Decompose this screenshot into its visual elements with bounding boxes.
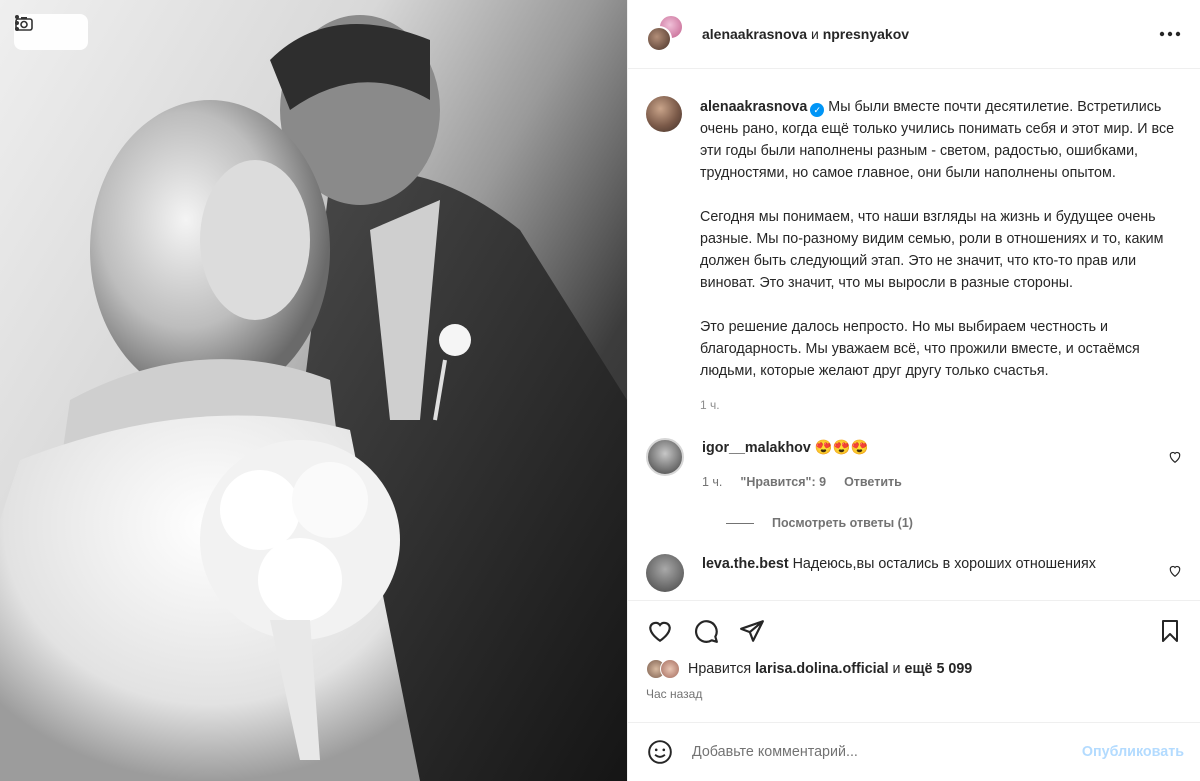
heart-icon[interactable]	[1168, 564, 1184, 580]
photo-toolbar	[14, 14, 88, 50]
caption-time[interactable]: 1 ч.	[700, 394, 1180, 416]
share-paper-plane-icon[interactable]	[738, 617, 766, 645]
avatar[interactable]	[646, 554, 684, 592]
comment-time[interactable]: 1 ч.	[702, 472, 722, 492]
caption-paragraph-3: Это решение далось непросто. Но мы выбир…	[700, 319, 1140, 379]
post-details-panel: alenaakrasnova и npresnyakov alenaakrasn…	[627, 0, 1200, 781]
reply-button[interactable]: Ответить	[844, 472, 902, 492]
comment-body: igor__malakhov 😍😍😍 1 ч. "Нравится": 9 От…	[702, 438, 1142, 492]
emoji-smiley-icon[interactable]	[646, 738, 674, 766]
avatar[interactable]	[646, 438, 684, 476]
comment-likes-count[interactable]: "Нравится": 9	[740, 472, 826, 492]
wedding-photo-illustration	[0, 15, 627, 781]
caption-username[interactable]: alenaakrasnova	[700, 99, 807, 115]
likes-connector: и	[892, 661, 901, 677]
likes-count-link[interactable]: ещё 5 099	[905, 661, 973, 677]
divider	[726, 522, 754, 524]
comment-input[interactable]	[692, 744, 1082, 760]
comments-scroll-area[interactable]: alenaakrasnova ✓ Мы были вместе почти деся…	[628, 70, 1200, 600]
post-authors: alenaakrasnova и npresnyakov	[702, 26, 1156, 42]
avatar	[646, 26, 672, 52]
caption-paragraph-1: alenaakrasnova ✓ Мы были вместе почти деся…	[700, 96, 1180, 184]
vertical-dots-icon[interactable]	[15, 15, 84, 46]
comment-item: igor__malakhov 😍😍😍 1 ч. "Нравится": 9 От…	[646, 438, 1184, 492]
collab-avatars[interactable]	[646, 14, 686, 54]
post-caption: alenaakrasnova ✓ Мы были вместе почти деся…	[646, 96, 1184, 416]
publish-button[interactable]: Опубликовать	[1082, 744, 1184, 760]
comment-meta: 1 ч. "Нравится": 9 Ответить	[702, 472, 1142, 492]
comment-text: Надеюсь,вы остались в хороших отношениях	[792, 556, 1096, 572]
likes-summary: Нравится larisa.dolina.official и ещё 5 …	[646, 659, 1184, 679]
comment-body: leva.the.best Надеюсь,вы остались в хоро…	[702, 554, 1142, 592]
comment-username[interactable]: leva.the.best	[702, 556, 789, 572]
avatar	[660, 659, 680, 679]
liked-by-user-link[interactable]: larisa.dolina.official	[755, 661, 888, 677]
avatar[interactable]	[646, 96, 682, 132]
caption-paragraph-2: Сегодня мы понимаем, что наши взгляды на…	[700, 209, 1164, 291]
author-connector: и	[810, 26, 819, 42]
post-actions: Нравится larisa.dolina.official и ещё 5 …	[628, 600, 1200, 722]
comment-bubble-icon[interactable]	[692, 617, 720, 645]
verified-badge-icon: ✓	[810, 103, 825, 117]
post-timestamp[interactable]: Час назад	[646, 687, 1184, 701]
ellipsis-icon[interactable]	[1156, 20, 1184, 48]
heart-icon[interactable]	[1168, 450, 1184, 466]
author-link-2[interactable]: npresnyakov	[823, 26, 909, 42]
view-replies-label: Посмотреть ответы (1)	[772, 516, 913, 530]
add-comment-bar: Опубликовать	[628, 722, 1200, 781]
likes-prefix: Нравится	[688, 661, 752, 677]
author-link-1[interactable]: alenaakrasnova	[702, 26, 807, 42]
camera-search-icon[interactable]	[15, 17, 47, 46]
post-header: alenaakrasnova и npresnyakov	[628, 0, 1200, 69]
caption-text: alenaakrasnova ✓ Мы были вместе почти деся…	[700, 96, 1180, 416]
view-replies-button[interactable]: Посмотреть ответы (1)	[726, 516, 1184, 530]
comment-text: 😍😍😍	[814, 440, 869, 456]
bookmark-icon[interactable]	[1156, 617, 1184, 645]
action-buttons	[646, 617, 1184, 645]
comment-item: leva.the.best Надеюсь,вы остались в хоро…	[646, 554, 1184, 592]
like-heart-icon[interactable]	[646, 617, 674, 645]
comment-username[interactable]: igor__malakhov	[702, 440, 811, 456]
post-photo[interactable]	[0, 0, 627, 781]
likes-text: Нравится larisa.dolina.official и ещё 5 …	[688, 661, 972, 677]
